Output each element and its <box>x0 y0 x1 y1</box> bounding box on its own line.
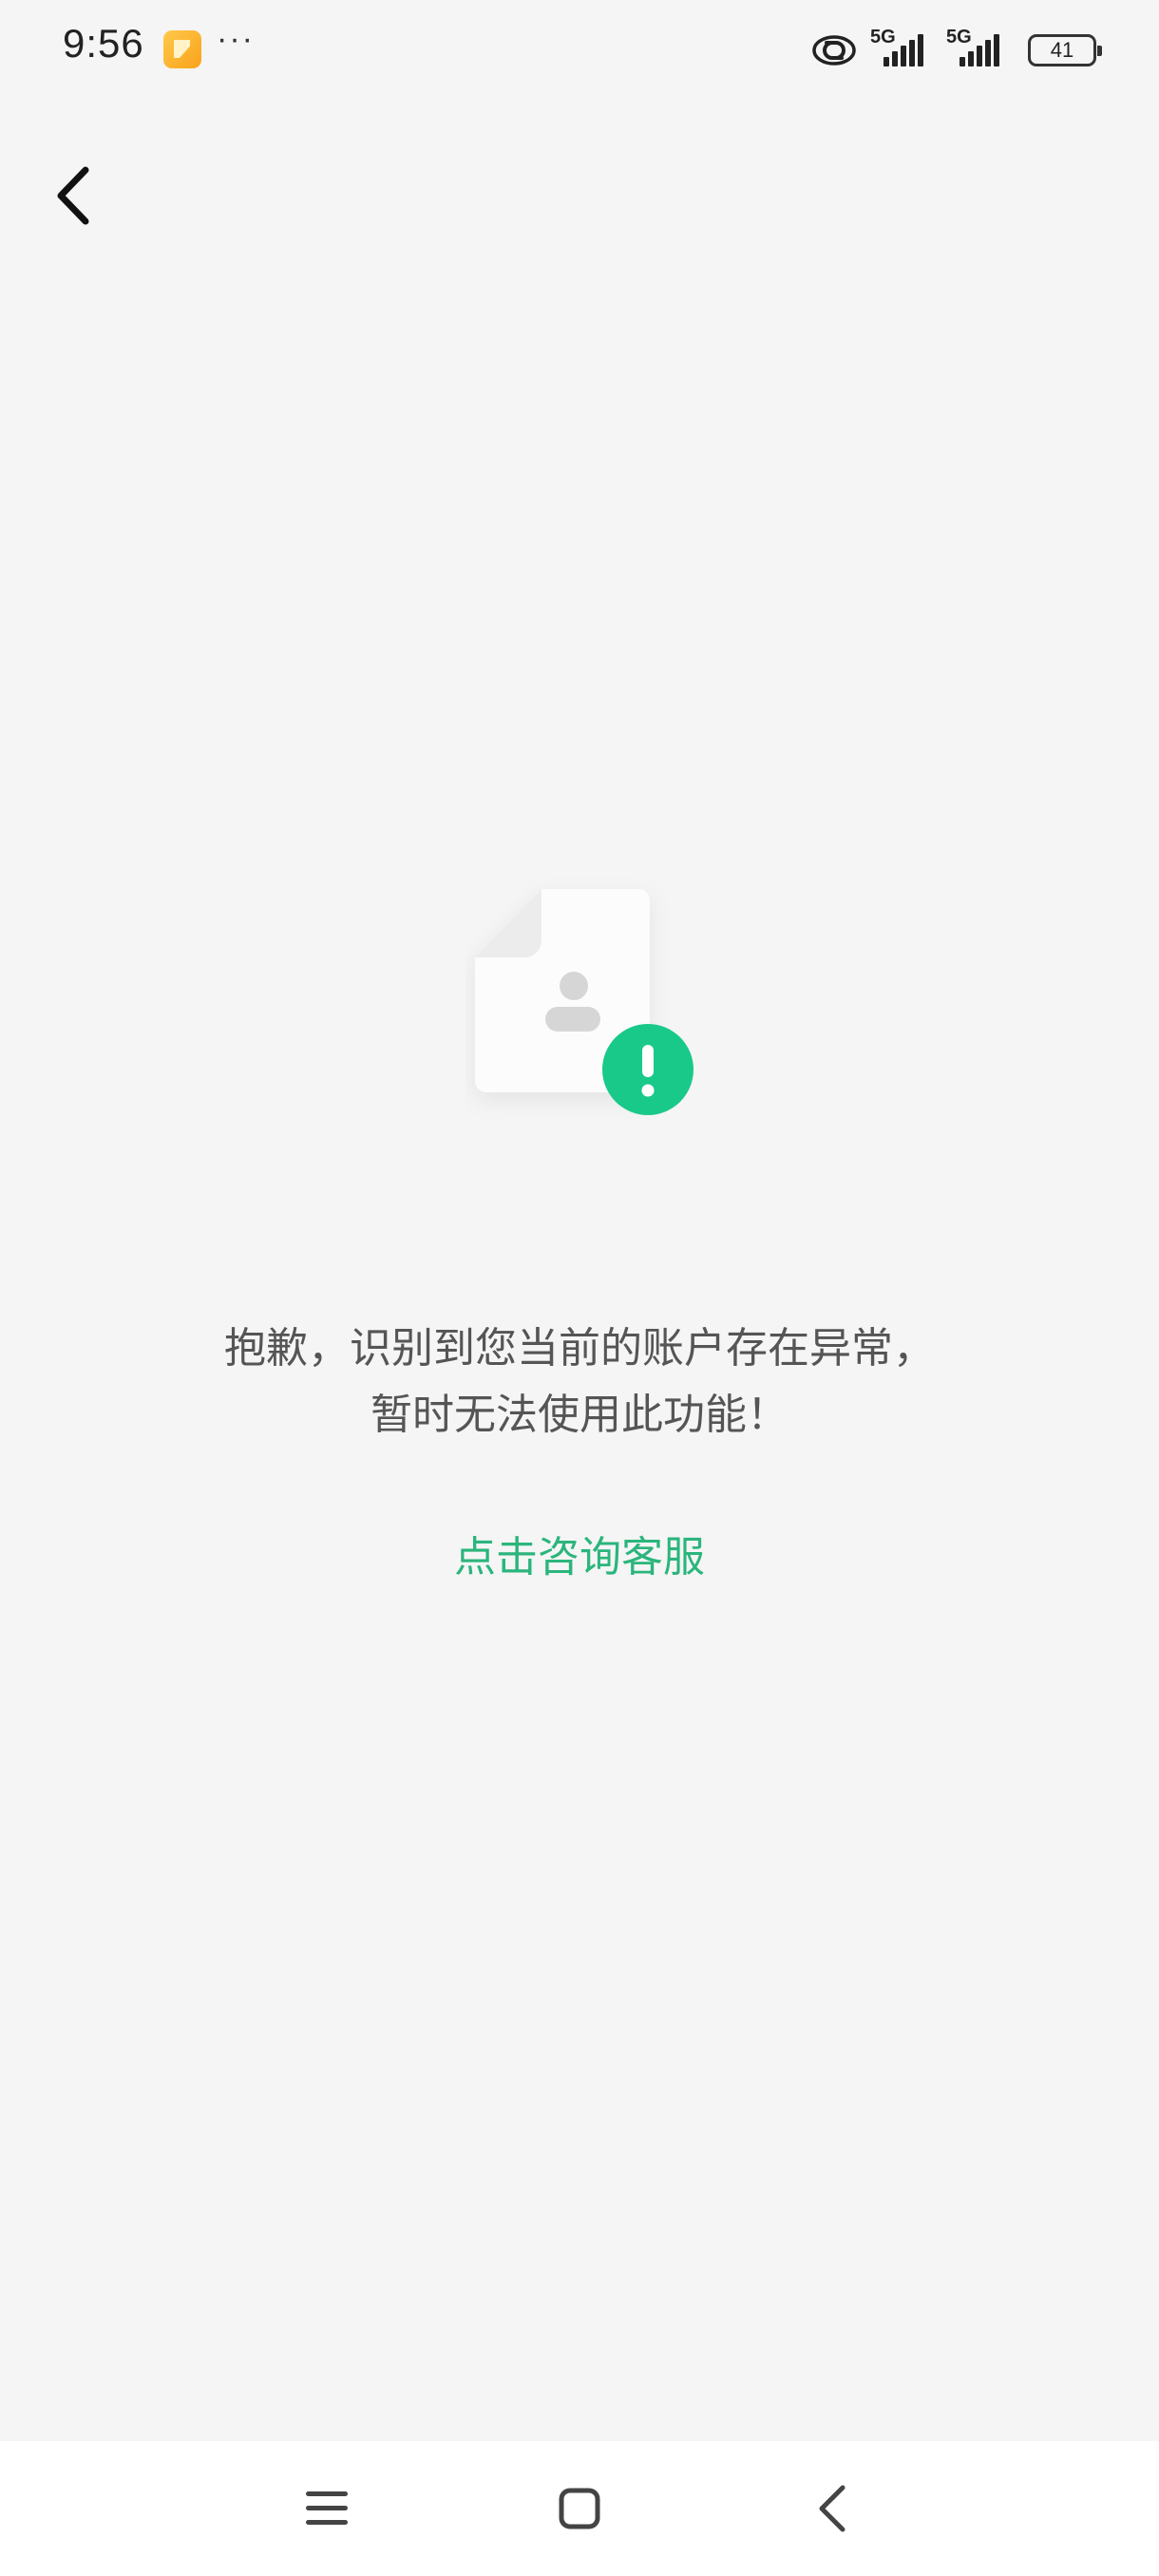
link-icon <box>812 35 856 66</box>
signal-bars-icon <box>960 34 999 66</box>
more-notifications-icon: ··· <box>217 21 255 57</box>
signal-bars-icon <box>884 34 923 66</box>
battery-level: 41 <box>1050 38 1074 62</box>
battery-icon: 41 <box>1028 34 1102 66</box>
error-message-line-1: 抱歉，识别到您当前的账户存在异常， <box>224 1324 935 1373</box>
account-document-warning-icon <box>475 889 694 1115</box>
back-button[interactable] <box>38 154 106 237</box>
status-time: 9:56 <box>63 21 144 66</box>
status-bar: 9:56 ··· 5G 5G 41 <box>0 0 1159 99</box>
nav-home-button[interactable] <box>513 2441 646 2576</box>
signal-indicator-2: 5G <box>946 27 1009 72</box>
error-message: 抱歉，识别到您当前的账户存在异常， 暂时无法使用此功能！ <box>0 1316 1159 1449</box>
menu-icon <box>306 2491 348 2525</box>
contact-customer-service-link[interactable]: 点击咨询客服 <box>0 1525 1159 1591</box>
home-icon <box>559 2488 600 2529</box>
back-icon <box>819 2485 846 2532</box>
back-arrow-icon <box>57 166 89 225</box>
error-message-line-2: 暂时无法使用此功能！ <box>370 1391 788 1439</box>
account-abnormal-screen: 9:56 ··· 5G 5G 41 抱歉，识别到您当前的账户存在异常， 暂时无法… <box>0 0 1159 2576</box>
status-indicators: 5G 5G 41 <box>811 27 1102 74</box>
notification-app-icon <box>163 30 201 68</box>
signal-indicator-1: 5G <box>870 27 933 72</box>
system-navigation-bar <box>0 2441 1159 2576</box>
nav-menu-button[interactable] <box>260 2441 393 2576</box>
nav-back-button[interactable] <box>766 2441 899 2576</box>
